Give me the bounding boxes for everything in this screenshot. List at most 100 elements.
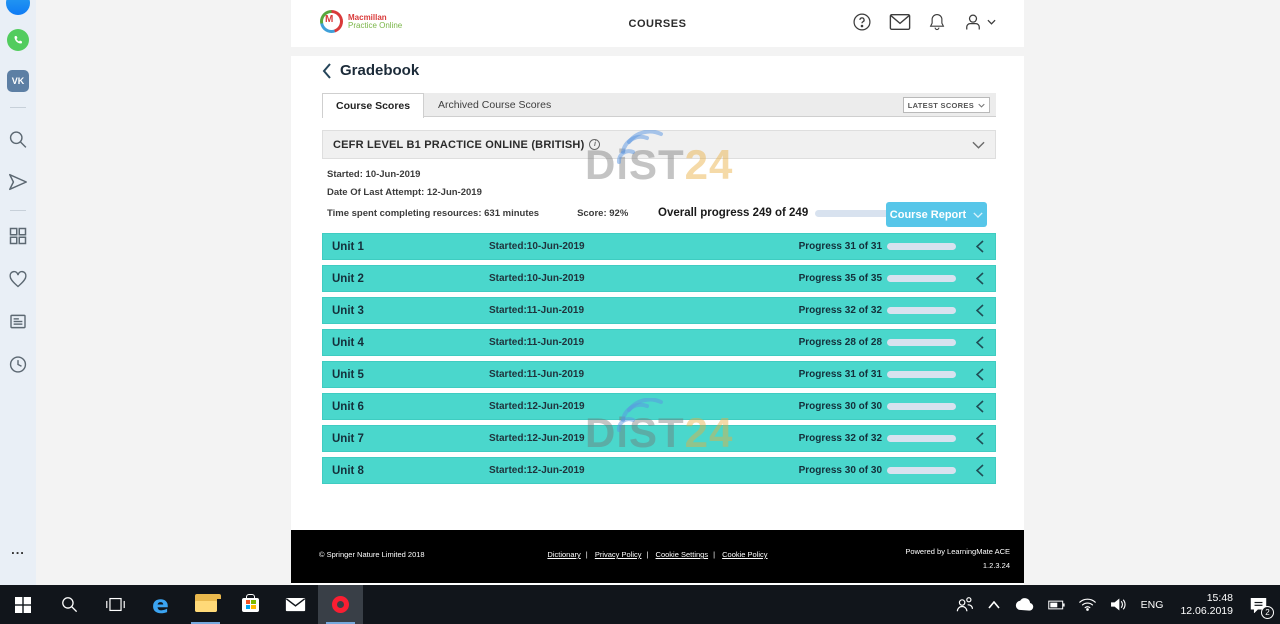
news-icon[interactable] — [8, 311, 29, 332]
language-indicator[interactable]: ENG — [1133, 599, 1172, 611]
unit-row[interactable]: Unit 5 Started:11-Jun-2019 Progress 31 o… — [322, 361, 996, 388]
whatsapp-icon[interactable] — [7, 29, 29, 51]
tab-archived-course-scores[interactable]: Archived Course Scores — [425, 93, 564, 117]
taskbar-time: 15:48 — [1180, 592, 1233, 605]
chevron-left-icon[interactable] — [976, 336, 984, 349]
notification-badge: 2 — [1261, 606, 1274, 619]
back-chevron-icon[interactable] — [322, 63, 332, 79]
footer-link-cookie-policy[interactable]: Cookie Policy — [722, 550, 767, 559]
unit-started: Started:11-Jun-2019 — [489, 305, 799, 316]
chevron-left-icon[interactable] — [976, 432, 984, 445]
unit-started: Started:10-Jun-2019 — [489, 273, 799, 284]
unit-name: Unit 3 — [323, 305, 489, 317]
latest-scores-dropdown[interactable]: LATEST SCORES — [903, 97, 990, 113]
sidebar-more-icon[interactable]: ... — [0, 542, 36, 557]
notifications-bell-icon[interactable] — [928, 12, 946, 32]
chevron-left-icon[interactable] — [976, 464, 984, 477]
page-content: M Macmillan Practice Online COURSES — [291, 0, 1024, 585]
unit-started: Started:11-Jun-2019 — [489, 369, 799, 380]
sidebar-divider — [10, 107, 26, 108]
unit-name: Unit 7 — [323, 433, 489, 445]
volume-icon[interactable] — [1103, 585, 1133, 624]
mail-icon[interactable] — [273, 585, 318, 624]
bookmarks-heart-icon[interactable] — [8, 269, 29, 290]
unit-progress-label: Progress 32 of 32 — [799, 433, 882, 444]
page-title: Gradebook — [340, 62, 419, 79]
unit-row[interactable]: Unit 6 Started:12-Jun-2019 Progress 30 o… — [322, 393, 996, 420]
onedrive-cloud-icon[interactable] — [1007, 585, 1041, 624]
messages-icon[interactable] — [889, 13, 911, 31]
overall-progress-label: Overall progress 249 of 249 — [658, 207, 808, 219]
course-accordion-header[interactable]: CEFR LEVEL B1 PRACTICE ONLINE (BRITISH) … — [322, 130, 996, 159]
unit-name: Unit 6 — [323, 401, 489, 413]
unit-name: Unit 4 — [323, 337, 489, 349]
unit-row[interactable]: Unit 1 Started:10-Jun-2019 Progress 31 o… — [322, 233, 996, 260]
clock[interactable]: 15:48 12.06.2019 — [1171, 592, 1242, 618]
chevron-left-icon[interactable] — [976, 304, 984, 317]
taskbar-search-icon[interactable] — [46, 585, 92, 624]
unit-row[interactable]: Unit 4 Started:11-Jun-2019 Progress 28 o… — [322, 329, 996, 356]
header-separator — [291, 47, 1024, 56]
chevron-left-icon[interactable] — [976, 400, 984, 413]
opera-icon[interactable] — [318, 585, 363, 624]
footer-link-dictionary[interactable]: Dictionary — [547, 550, 580, 559]
unit-row[interactable]: Unit 3 Started:11-Jun-2019 Progress 32 o… — [322, 297, 996, 324]
chevron-left-icon[interactable] — [976, 368, 984, 381]
unit-progress-bar — [887, 371, 956, 378]
speed-dial-icon[interactable] — [8, 226, 28, 246]
overall-progress-bar — [815, 210, 891, 217]
unit-progress-bar — [887, 275, 956, 282]
hidden-icons-chevron[interactable] — [981, 585, 1007, 624]
unit-progress-bar — [887, 339, 956, 346]
task-view-icon[interactable] — [92, 585, 138, 624]
unit-row[interactable]: Unit 2 Started:10-Jun-2019 Progress 35 o… — [322, 265, 996, 292]
battery-icon[interactable] — [1041, 585, 1072, 624]
course-report-button[interactable]: Course Report — [886, 202, 987, 227]
unit-row[interactable]: Unit 8 Started:12-Jun-2019 Progress 30 o… — [322, 457, 996, 484]
course-report-label: Course Report — [890, 209, 966, 221]
vk-icon[interactable]: VK — [7, 70, 29, 92]
tab-bar: Course Scores Archived Course Scores LAT… — [322, 93, 996, 117]
account-menu[interactable] — [963, 12, 996, 32]
unit-name: Unit 2 — [323, 273, 489, 285]
course-name: CEFR LEVEL B1 PRACTICE ONLINE (BRITISH) — [333, 139, 584, 151]
chevron-down-icon[interactable] — [972, 141, 985, 149]
history-clock-icon[interactable] — [8, 354, 29, 375]
wifi-icon[interactable] — [1072, 585, 1103, 624]
people-icon[interactable] — [948, 585, 981, 624]
unit-progress-label: Progress 28 of 28 — [799, 337, 882, 348]
file-explorer-icon[interactable] — [183, 585, 228, 624]
course-details: Started: 10-Jun-2019 Date Of Last Attemp… — [322, 159, 996, 233]
unit-progress-label: Progress 30 of 30 — [799, 465, 882, 476]
course-last-attempt: Date Of Last Attempt: 12-Jun-2019 — [327, 187, 482, 198]
chevron-left-icon[interactable] — [976, 272, 984, 285]
chevron-down-icon — [978, 103, 985, 108]
microsoft-store-icon[interactable] — [228, 585, 273, 624]
unit-progress-label: Progress 32 of 32 — [799, 305, 882, 316]
action-center-icon[interactable]: 2 — [1242, 585, 1280, 624]
unit-name: Unit 1 — [323, 241, 489, 253]
chevron-left-icon[interactable] — [976, 240, 984, 253]
footer-link-cookie-settings[interactable]: Cookie Settings — [656, 550, 709, 559]
info-icon[interactable]: i — [589, 139, 600, 150]
site-footer: © Springer Nature Limited 2018 Dictionar… — [291, 530, 1024, 583]
unit-list: Unit 1 Started:10-Jun-2019 Progress 31 o… — [322, 233, 996, 489]
footer-link-privacy-policy[interactable]: Privacy Policy — [595, 550, 642, 559]
messenger-icon[interactable] — [6, 0, 30, 15]
footer-version: 1.2.3.24 — [905, 559, 1010, 573]
help-icon[interactable] — [852, 12, 872, 32]
my-flow-icon[interactable] — [7, 171, 29, 193]
latest-scores-label: LATEST SCORES — [908, 101, 974, 110]
sidebar-divider — [10, 210, 26, 211]
unit-progress-label: Progress 31 of 31 — [799, 369, 882, 380]
start-button[interactable] — [0, 585, 46, 624]
edge-icon[interactable]: e — [138, 585, 183, 624]
unit-row[interactable]: Unit 7 Started:12-Jun-2019 Progress 32 o… — [322, 425, 996, 452]
unit-progress-bar — [887, 243, 956, 250]
search-icon[interactable] — [8, 129, 29, 150]
unit-progress-label: Progress 31 of 31 — [799, 241, 882, 252]
windows-taskbar: e ENG 15:48 12.06.2 — [0, 585, 1280, 624]
unit-started: Started:10-Jun-2019 — [489, 241, 799, 252]
footer-separator: | — [647, 550, 649, 559]
tab-course-scores[interactable]: Course Scores — [322, 93, 424, 118]
